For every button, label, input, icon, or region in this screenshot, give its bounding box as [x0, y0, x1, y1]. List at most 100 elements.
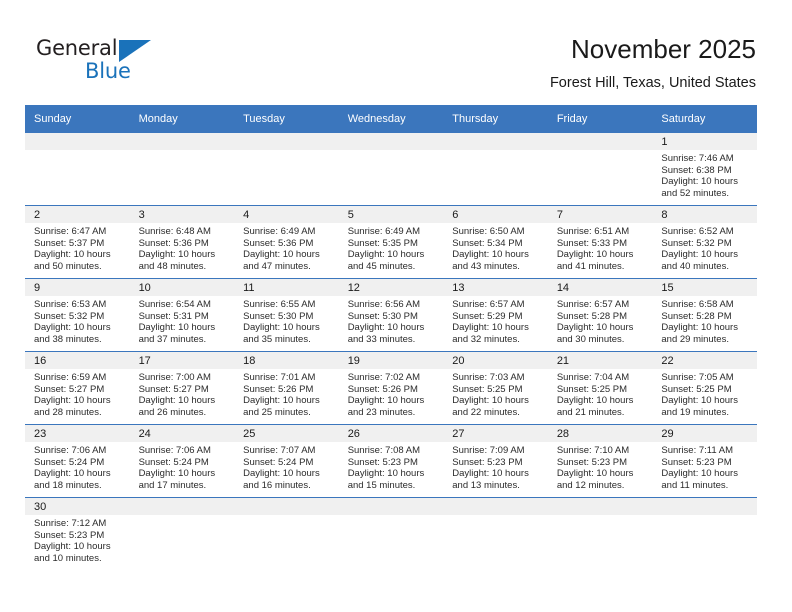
calendar-day-cell[interactable]: 27 Sunrise: 7:09 AM Sunset: 5:23 PM Dayligh… [443, 424, 548, 498]
calendar-day-cell[interactable]: 1 Sunrise: 7:46 AM Sunset: 6:38 PM Daylight… [652, 133, 757, 206]
day-number: 12 [338, 279, 444, 296]
calendar-day-cell[interactable]: 24 Sunrise: 7:06 AM Sunset: 5:24 PM Dayligh… [129, 424, 235, 498]
calendar-day-cell[interactable]: 26 Sunrise: 7:08 AM Sunset: 5:23 PM Dayligh… [338, 424, 444, 498]
calendar-day-cell[interactable]: 6 Sunrise: 6:50 AM Sunset: 5:34 PM Daylight… [443, 205, 548, 279]
sunset-time: Sunset: 5:25 PM [452, 383, 523, 395]
day-number: 1 [652, 133, 757, 150]
daylight-duration-line1: Daylight: 10 hours [34, 541, 111, 553]
calendar-cell-empty [443, 133, 548, 206]
calendar-day-cell[interactable]: 25 Sunrise: 7:07 AM Sunset: 5:24 PM Dayligh… [234, 424, 339, 498]
calendar-cell-empty [338, 133, 444, 206]
sun-times-info: Sunrise: 7:09 AM Sunset: 5:23 PM Daylight:… [443, 442, 548, 491]
weekday-header-sunday: Sunday [25, 105, 130, 133]
daylight-duration-line2: and 29 minutes. [661, 333, 729, 345]
day-number: 25 [234, 425, 339, 442]
calendar-day-cell[interactable]: 21 Sunrise: 7:04 AM Sunset: 5:25 PM Dayligh… [547, 351, 653, 425]
daylight-duration-line1: Daylight: 10 hours [243, 249, 320, 261]
daylight-duration-line2: and 41 minutes. [556, 260, 625, 272]
sunset-time: Sunset: 5:36 PM [243, 237, 314, 249]
calendar-cell-empty [129, 497, 235, 570]
calendar-cell-empty [234, 133, 339, 206]
day-number: 5 [338, 206, 444, 223]
sunset-time: Sunset: 5:32 PM [661, 237, 732, 249]
calendar-day-cell[interactable]: 22 Sunrise: 7:05 AM Sunset: 5:25 PM Dayligh… [652, 351, 757, 425]
sunset-time: Sunset: 5:28 PM [556, 310, 628, 322]
calendar-day-cell[interactable]: 14 Sunrise: 6:57 AM Sunset: 5:28 PM Dayligh… [547, 278, 653, 352]
daylight-duration-line1: Daylight: 10 hours [34, 468, 111, 480]
calendar-cell-empty [129, 133, 235, 206]
daylight-duration-line2: and 12 minutes. [556, 479, 625, 491]
day-number: 15 [652, 279, 757, 296]
daylight-duration-line2: and 45 minutes. [347, 260, 416, 272]
sunrise-time: Sunrise: 6:57 AM [556, 299, 630, 310]
day-number [547, 133, 653, 150]
calendar-day-cell[interactable]: 8 Sunrise: 6:52 AM Sunset: 5:32 PM Daylight… [652, 205, 757, 279]
day-number: 8 [652, 206, 757, 223]
calendar-day-cell[interactable]: 19 Sunrise: 7:02 AM Sunset: 5:26 PM Dayligh… [338, 351, 444, 425]
sunset-time: Sunset: 5:23 PM [34, 529, 105, 541]
calendar-cell-empty [547, 133, 653, 206]
day-number [547, 498, 653, 515]
calendar-day-cell[interactable]: 15 Sunrise: 6:58 AM Sunset: 5:28 PM Dayligh… [652, 278, 757, 352]
calendar-day-cell[interactable]: 30 Sunrise: 7:12 AM Sunset: 5:23 PM Dayligh… [25, 497, 130, 570]
calendar-cell-empty [25, 133, 130, 206]
calendar-day-cell[interactable]: 20 Sunrise: 7:03 AM Sunset: 5:25 PM Dayligh… [443, 351, 548, 425]
sunset-time: Sunset: 6:38 PM [661, 164, 732, 176]
calendar-day-cell[interactable]: 2 Sunrise: 6:47 AM Sunset: 5:37 PM Daylight… [25, 205, 130, 279]
sun-times-info: Sunrise: 7:07 AM Sunset: 5:24 PM Daylight:… [234, 442, 339, 491]
sunrise-time: Sunrise: 7:02 AM [347, 372, 421, 383]
calendar-day-cell[interactable]: 23 Sunrise: 7:06 AM Sunset: 5:24 PM Dayligh… [25, 424, 130, 498]
calendar-day-cell[interactable]: 16 Sunrise: 6:59 AM Sunset: 5:27 PM Dayligh… [25, 351, 130, 425]
sunset-time: Sunset: 5:35 PM [347, 237, 418, 249]
sunrise-time: Sunrise: 6:59 AM [34, 372, 107, 383]
day-number [234, 498, 339, 515]
weekday-header-thursday: Thursday [443, 105, 548, 133]
sunrise-time: Sunrise: 6:58 AM [661, 299, 734, 310]
calendar-day-cell[interactable]: 13 Sunrise: 6:57 AM Sunset: 5:29 PM Dayligh… [443, 278, 548, 352]
day-number: 24 [129, 425, 235, 442]
daylight-duration-line2: and 40 minutes. [661, 260, 729, 272]
sun-times-info: Sunrise: 6:48 AM Sunset: 5:36 PM Daylight:… [130, 223, 235, 272]
calendar-day-cell[interactable]: 7 Sunrise: 6:51 AM Sunset: 5:33 PM Daylight… [547, 205, 653, 279]
sun-times-info: Sunrise: 7:02 AM Sunset: 5:26 PM Daylight:… [339, 369, 444, 418]
daylight-duration-line2: and 13 minutes. [452, 479, 520, 491]
calendar-week-row: 9 Sunrise: 6:53 AM Sunset: 5:32 PM Daylight… [25, 278, 757, 352]
calendar-day-cell[interactable]: 29 Sunrise: 7:11 AM Sunset: 5:23 PM Dayligh… [652, 424, 757, 498]
daylight-duration-line1: Daylight: 10 hours [243, 395, 320, 407]
sunrise-time: Sunrise: 7:06 AM [138, 445, 211, 456]
day-number: 26 [338, 425, 444, 442]
daylight-duration-line2: and 37 minutes. [138, 333, 207, 345]
calendar-day-cell[interactable]: 28 Sunrise: 7:10 AM Sunset: 5:23 PM Dayligh… [547, 424, 653, 498]
sunrise-time: Sunrise: 7:01 AM [243, 372, 316, 383]
calendar-day-cell[interactable]: 18 Sunrise: 7:01 AM Sunset: 5:26 PM Dayligh… [234, 351, 339, 425]
sunrise-time: Sunrise: 7:00 AM [138, 372, 211, 383]
calendar-day-cell[interactable]: 4 Sunrise: 6:49 AM Sunset: 5:36 PM Daylight… [234, 205, 339, 279]
calendar-day-cell[interactable]: 5 Sunrise: 6:49 AM Sunset: 5:35 PM Daylight… [338, 205, 444, 279]
daylight-duration-line2: and 47 minutes. [243, 260, 311, 272]
calendar-day-cell[interactable]: 9 Sunrise: 6:53 AM Sunset: 5:32 PM Daylight… [25, 278, 130, 352]
day-number [129, 133, 235, 150]
day-number: 28 [547, 425, 653, 442]
sun-times-info: Sunrise: 6:57 AM Sunset: 5:29 PM Daylight:… [443, 296, 548, 345]
sunrise-time: Sunrise: 7:11 AM [661, 445, 734, 456]
sun-times-info: Sunrise: 7:06 AM Sunset: 5:24 PM Daylight:… [25, 442, 130, 491]
page-header: General Blue November 2025 Forest Hill, … [0, 0, 792, 100]
daylight-duration-line1: Daylight: 10 hours [661, 322, 738, 334]
day-number: 21 [547, 352, 653, 369]
sun-times-info: Sunrise: 6:57 AM Sunset: 5:28 PM Daylight:… [548, 296, 653, 345]
daylight-duration-line2: and 43 minutes. [452, 260, 520, 272]
daylight-duration-line1: Daylight: 10 hours [347, 322, 425, 334]
daylight-duration-line2: and 16 minutes. [243, 479, 311, 491]
calendar-day-cell[interactable]: 17 Sunrise: 7:00 AM Sunset: 5:27 PM Dayligh… [129, 351, 235, 425]
calendar-day-cell[interactable]: 12 Sunrise: 6:56 AM Sunset: 5:30 PM Dayligh… [338, 278, 444, 352]
calendar-day-cell[interactable]: 3 Sunrise: 6:48 AM Sunset: 5:36 PM Daylight… [129, 205, 235, 279]
day-number: 23 [25, 425, 130, 442]
calendar-cell-empty [652, 497, 757, 570]
daylight-duration-line1: Daylight: 10 hours [452, 395, 529, 407]
calendar-day-cell[interactable]: 11 Sunrise: 6:55 AM Sunset: 5:30 PM Dayligh… [234, 278, 339, 352]
sunset-time: Sunset: 5:31 PM [138, 310, 209, 322]
day-number: 3 [129, 206, 235, 223]
sunrise-time: Sunrise: 6:52 AM [661, 226, 734, 237]
daylight-duration-line2: and 48 minutes. [138, 260, 207, 272]
calendar-day-cell[interactable]: 10 Sunrise: 6:54 AM Sunset: 5:31 PM Dayligh… [129, 278, 235, 352]
